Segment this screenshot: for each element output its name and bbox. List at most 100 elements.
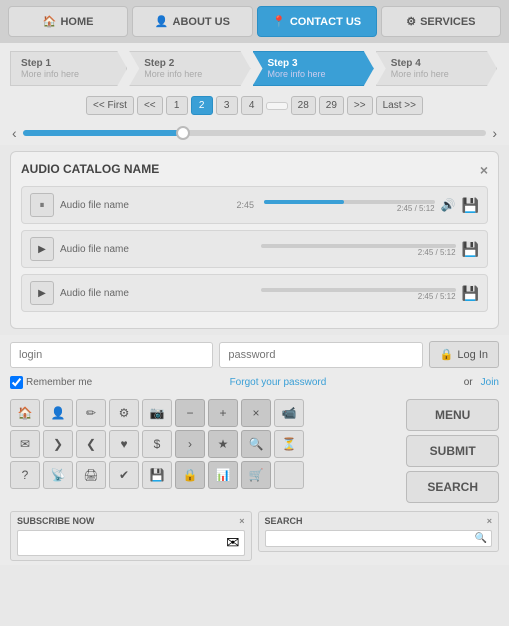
page-4[interactable]: 4 [241, 96, 263, 115]
nav-home[interactable]: 🏠 HOME [8, 6, 128, 37]
icon-chart[interactable]: 📊 [208, 461, 238, 489]
icon-star[interactable]: ★ [208, 430, 238, 458]
bottom-row: SUBSCRIBE NOW × ✉ SEARCH × 🔍 [0, 507, 509, 565]
nav-about-label: ABOUT US [173, 16, 230, 28]
search-title-row: SEARCH × [265, 516, 493, 526]
step-4[interactable]: Step 4More info here [376, 51, 497, 86]
volume-icon-1[interactable]: 🔊 [441, 198, 456, 212]
login-button-label: Log In [457, 349, 488, 361]
icon-cart[interactable]: 🛒 [241, 461, 271, 489]
page-first[interactable]: << First [86, 96, 134, 115]
icon-edit[interactable]: ✏ [76, 399, 106, 427]
search-magnifier-icon: 🔍 [475, 533, 487, 544]
nav-about[interactable]: 👤 ABOUT US [132, 6, 252, 37]
audio-title-row: AUDIO CATALOG NAME × [21, 162, 488, 178]
login-row: 🔒 Log In [0, 335, 509, 374]
page-2[interactable]: 2 [191, 96, 213, 115]
right-buttons: MENU SUBMIT SEARCH [406, 399, 499, 503]
icon-plus[interactable]: + [208, 399, 238, 427]
search-box: SEARCH × 🔍 [258, 511, 500, 552]
icon-print[interactable]: 🖨 [76, 461, 106, 489]
search-input[interactable] [270, 533, 475, 544]
nav-home-label: HOME [60, 16, 93, 28]
search-close-button[interactable]: × [487, 516, 492, 526]
icon-home[interactable]: 🏠 [10, 399, 40, 427]
track-duration-3: 2:45 / 5:12 [261, 292, 456, 301]
save-icon-3[interactable]: 💾 [462, 285, 479, 302]
track-name-2: Audio file name [60, 244, 255, 255]
icon-chevron-down[interactable]: ❯ [43, 430, 73, 458]
subscribe-box: SUBSCRIBE NOW × ✉ [10, 511, 252, 561]
slider-left-arrow[interactable]: ‹ [12, 125, 17, 141]
icon-settings[interactable]: ⚙ [109, 399, 139, 427]
icon-mail[interactable]: ✉ [10, 430, 40, 458]
nav-contact[interactable]: 📍 CONTACT US [257, 6, 377, 37]
play-button-2[interactable]: ▶ [30, 237, 54, 261]
track-bar-wrap-1[interactable]: 2:45 / 5:12 [264, 198, 435, 213]
track-bar-wrap-2[interactable]: 2:45 / 5:12 [261, 242, 456, 257]
search-big-button[interactable]: SEARCH [406, 471, 499, 503]
location-icon: 📍 [272, 15, 286, 28]
page-29[interactable]: 29 [319, 96, 344, 115]
lock-icon: 🔒 [440, 348, 454, 361]
forgot-password-link[interactable]: Forgot your password [100, 377, 456, 388]
audio-track-3: ▶ Audio file name 2:45 / 5:12 💾 [21, 274, 488, 312]
person-icon: 👤 [155, 15, 169, 28]
password-input[interactable] [219, 342, 422, 368]
icon-search[interactable]: 🔍 [241, 430, 271, 458]
audio-track-1: ⏸ Audio file name 2:45 2:45 / 5:12 🔊 💾 [21, 186, 488, 224]
icon-user[interactable]: 👤 [43, 399, 73, 427]
icon-hourglass[interactable]: ⏳ [274, 430, 304, 458]
audio-close-button[interactable]: × [480, 162, 488, 178]
play-button-3[interactable]: ▶ [30, 281, 54, 305]
nav-services[interactable]: ⚙ SERVICES [381, 6, 501, 37]
icon-save[interactable]: 💾 [142, 461, 172, 489]
remember-label[interactable]: Remember me [10, 376, 92, 389]
subscribe-close-button[interactable]: × [239, 516, 244, 526]
page-prev-double[interactable]: << [137, 96, 163, 115]
menu-button[interactable]: MENU [406, 399, 499, 431]
slider-right-arrow[interactable]: › [492, 125, 497, 141]
icon-grid-container: 🏠 👤 ✏ ⚙ 📷 − + × 📹 ✉ ❯ ❮ ♥ $ › ★ 🔍 ⏳ ? 📡 … [10, 399, 304, 489]
icon-times[interactable]: × [241, 399, 271, 427]
save-icon-2[interactable]: 💾 [462, 241, 479, 258]
icon-chevron-up[interactable]: ❮ [76, 430, 106, 458]
icon-arrow-right[interactable]: › [175, 430, 205, 458]
icon-question[interactable]: ? [10, 461, 40, 489]
pause-button-1[interactable]: ⏸ [30, 193, 54, 217]
gear-icon: ⚙ [406, 15, 416, 28]
subscribe-input[interactable] [22, 538, 226, 549]
page-3[interactable]: 3 [216, 96, 238, 115]
page-blank [266, 102, 288, 110]
search-input-wrap[interactable]: 🔍 [265, 530, 493, 547]
login-button[interactable]: 🔒 Log In [429, 341, 499, 368]
icon-heart[interactable]: ♥ [109, 430, 139, 458]
page-28[interactable]: 28 [291, 96, 316, 115]
icon-video[interactable]: 📹 [274, 399, 304, 427]
icon-check[interactable]: ✔ [109, 461, 139, 489]
page-last[interactable]: Last >> [376, 96, 423, 115]
subscribe-title: SUBSCRIBE NOW [17, 516, 95, 526]
step-3[interactable]: Step 3More info here [253, 51, 374, 86]
save-icon-1[interactable]: 💾 [462, 197, 479, 214]
icon-minus[interactable]: − [175, 399, 205, 427]
icon-camera[interactable]: 📷 [142, 399, 172, 427]
join-link[interactable]: Join [481, 377, 499, 388]
subscribe-input-wrap[interactable]: ✉ [17, 530, 245, 556]
login-input[interactable] [10, 342, 213, 368]
step-2[interactable]: Step 2More info here [129, 51, 250, 86]
remember-checkbox[interactable] [10, 376, 23, 389]
nav-contact-label: CONTACT US [290, 16, 361, 28]
icon-lock[interactable]: 🔒 [175, 461, 205, 489]
icon-dollar[interactable]: $ [142, 430, 172, 458]
email-icon: ✉ [226, 533, 239, 553]
page-1[interactable]: 1 [166, 96, 188, 115]
icon-rss[interactable]: 📡 [43, 461, 73, 489]
submit-button[interactable]: SUBMIT [406, 435, 499, 467]
step-1[interactable]: Step 1More info here [10, 51, 127, 86]
slider-track[interactable] [23, 130, 487, 136]
track-bar-wrap-3[interactable]: 2:45 / 5:12 [261, 286, 456, 301]
slider-thumb[interactable] [176, 126, 190, 140]
page-next-double[interactable]: >> [347, 96, 373, 115]
nav-services-label: SERVICES [420, 16, 475, 28]
